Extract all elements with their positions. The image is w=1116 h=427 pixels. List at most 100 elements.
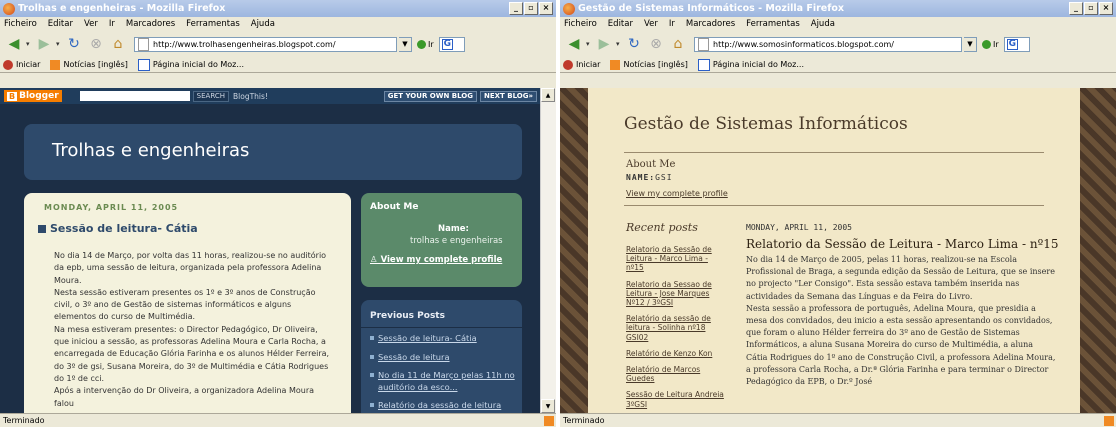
- stop-icon[interactable]: ⊗: [646, 34, 666, 54]
- back-dropdown-icon[interactable]: ▾: [26, 40, 32, 48]
- menu-view[interactable]: Ver: [84, 19, 98, 29]
- about-heading: About Me: [626, 159, 676, 170]
- bookmark-mozilla[interactable]: Página inicial do Moz...: [137, 58, 244, 71]
- forward-dropdown-icon[interactable]: ▾: [56, 40, 62, 48]
- bookmark-mozilla[interactable]: Página inicial do Moz...: [697, 58, 804, 71]
- recent-post-link[interactable]: Relatorio da Sessao de Leitura - Jose Ma…: [626, 280, 724, 308]
- menu-file[interactable]: Ficheiro: [564, 19, 597, 29]
- menu-help[interactable]: Ajuda: [811, 19, 835, 29]
- back-dropdown-icon[interactable]: ▾: [586, 40, 592, 48]
- name-label: NAME:: [626, 173, 656, 182]
- close-button[interactable]: ×: [539, 2, 553, 15]
- bookmark-start[interactable]: Iniciar: [563, 59, 601, 70]
- go-icon: [417, 39, 426, 49]
- name-label: Name:: [438, 224, 469, 234]
- firefox-icon: [3, 2, 15, 15]
- window-title: Trolhas e engenheiras - Mozilla Firefox: [18, 3, 226, 14]
- bookmark-start[interactable]: Iniciar: [3, 59, 40, 70]
- menu-file[interactable]: Ficheiro: [4, 19, 37, 29]
- next-blog-button[interactable]: NEXT BLOG»: [479, 91, 537, 102]
- menu-go[interactable]: Ir: [109, 19, 115, 29]
- reload-icon[interactable]: ↻: [624, 34, 644, 54]
- back-arrow-icon[interactable]: ◀: [4, 34, 24, 54]
- recent-post-link[interactable]: Relatório de Kenzo Kon: [626, 349, 724, 358]
- blog-page: Gestão de Sistemas Informáticos About Me…: [560, 88, 1116, 413]
- google-bookmark-icon: [697, 58, 710, 71]
- rss-status-icon[interactable]: [544, 415, 554, 426]
- page-content: Gestão de Sistemas Informáticos About Me…: [560, 88, 1116, 413]
- post-title: Relatorio da Sessão de Leitura - Marco L…: [746, 237, 1059, 251]
- recent-post-link[interactable]: Relatorio da Sessão de Leitura - Marco L…: [626, 245, 724, 273]
- back-arrow-icon[interactable]: ◀: [564, 34, 584, 54]
- blog-title[interactable]: Trolhas e engenheiras: [52, 140, 249, 161]
- vertical-scrollbar[interactable]: ▲ ▼: [540, 88, 556, 413]
- divider: [361, 327, 522, 328]
- address-text: http://www.trolhasengenheiras.blogspot.c…: [153, 39, 336, 49]
- post-date: MONDAY, APRIL 11, 2005: [746, 223, 852, 232]
- go-button[interactable]: Ir: [982, 39, 999, 49]
- recent-post-link[interactable]: Sessão de Leitura Andreia 3ºGSI: [626, 390, 724, 408]
- previous-post-link[interactable]: Sessão de leitura: [370, 352, 518, 364]
- home-icon[interactable]: ⌂: [668, 34, 688, 54]
- address-dropdown-icon[interactable]: ▼: [399, 36, 412, 52]
- scroll-up-icon[interactable]: ▲: [541, 88, 555, 102]
- menu-bar: Ficheiro Editar Ver Ir Marcadores Ferram…: [0, 17, 556, 31]
- previous-post-link[interactable]: Relatório da sessão de leitura: [370, 400, 518, 412]
- blogger-search-button[interactable]: SEARCH: [192, 90, 229, 102]
- search-box[interactable]: G: [1003, 36, 1030, 52]
- maximize-button[interactable]: ▫: [1084, 2, 1098, 15]
- blogger-logo[interactable]: B Blogger: [4, 90, 62, 102]
- menu-tools[interactable]: Ferramentas: [746, 19, 800, 29]
- minimize-button[interactable]: _: [1069, 2, 1083, 15]
- bookmark-news[interactable]: Notícias [inglês]: [50, 59, 128, 70]
- close-button[interactable]: ×: [1099, 2, 1113, 15]
- go-button[interactable]: Ir: [417, 39, 434, 49]
- view-profile-text: View my complete profile: [380, 255, 503, 265]
- forward-arrow-icon[interactable]: ▶: [594, 34, 614, 54]
- forward-dropdown-icon[interactable]: ▾: [616, 40, 622, 48]
- reload-icon[interactable]: ↻: [64, 34, 84, 54]
- forward-arrow-icon[interactable]: ▶: [34, 34, 54, 54]
- previous-posts-box: Previous Posts Sessão de leitura- Cátia …: [361, 300, 522, 413]
- home-icon[interactable]: ⌂: [108, 34, 128, 54]
- blogger-search-input[interactable]: [79, 91, 190, 101]
- address-text: http://www.somosinformaticos.blogspot.co…: [713, 39, 894, 49]
- menu-go[interactable]: Ir: [669, 19, 675, 29]
- menu-help[interactable]: Ajuda: [251, 19, 275, 29]
- address-dropdown-icon[interactable]: ▼: [964, 36, 977, 52]
- view-profile-link[interactable]: ♙ View my complete profile: [370, 255, 502, 265]
- rss-status-icon[interactable]: [1104, 415, 1114, 426]
- page-icon: [138, 37, 149, 51]
- status-bar: Terminado: [0, 413, 556, 427]
- stop-icon[interactable]: ⊗: [86, 34, 106, 54]
- recent-post-link[interactable]: Relatório da sessão de leitura - Solinha…: [626, 314, 724, 342]
- view-profile-link[interactable]: View my complete profile: [626, 189, 728, 198]
- get-your-own-blog-button[interactable]: GET YOUR OWN BLOG: [383, 91, 477, 102]
- address-bar[interactable]: http://www.somosinformaticos.blogspot.co…: [694, 36, 962, 52]
- bookmark-label: Iniciar: [576, 60, 601, 69]
- blog-post: MONDAY, APRIL 11, 2005 Sessão de leitura…: [24, 193, 351, 413]
- status-text: Terminado: [563, 416, 605, 425]
- scroll-down-icon[interactable]: ▼: [541, 399, 555, 413]
- menu-bar: Ficheiro Editar Ver Ir Marcadores Ferram…: [560, 17, 1116, 31]
- previous-post-link[interactable]: No dia 11 de Março pelas 11h no auditóri…: [370, 370, 518, 393]
- search-box[interactable]: G: [438, 36, 465, 52]
- menu-bookmarks[interactable]: Marcadores: [686, 19, 735, 29]
- bookmarks-toolbar: Iniciar Notícias [inglês] Página inicial…: [560, 57, 1116, 73]
- blog-title[interactable]: Gestão de Sistemas Informáticos: [624, 114, 908, 134]
- recent-post-link[interactable]: Relatório de Marcos Guedes: [626, 365, 724, 383]
- previous-post-link[interactable]: Sessão de leitura- Cátia: [370, 333, 518, 345]
- maximize-button[interactable]: ▫: [524, 2, 538, 15]
- menu-bookmarks[interactable]: Marcadores: [126, 19, 175, 29]
- profile-person-icon: ♙: [370, 255, 381, 265]
- menu-tools[interactable]: Ferramentas: [186, 19, 240, 29]
- blogthis-link[interactable]: BlogThis!: [233, 92, 268, 101]
- menu-view[interactable]: Ver: [644, 19, 658, 29]
- bookmark-news[interactable]: Notícias [inglês]: [610, 59, 688, 70]
- menu-edit[interactable]: Editar: [48, 19, 73, 29]
- google-icon: G: [441, 38, 454, 50]
- address-bar[interactable]: http://www.trolhasengenheiras.blogspot.c…: [134, 36, 397, 52]
- minimize-button[interactable]: _: [509, 2, 523, 15]
- browser-window-1: Trolhas e engenheiras - Mozilla Firefox …: [0, 0, 556, 427]
- menu-edit[interactable]: Editar: [608, 19, 633, 29]
